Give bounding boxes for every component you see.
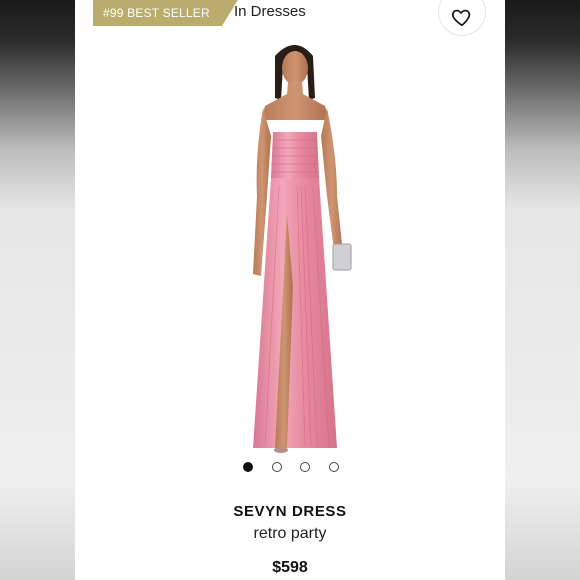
product-image[interactable] <box>225 36 365 472</box>
heart-icon <box>451 9 471 27</box>
gallery-dot[interactable] <box>300 462 311 472</box>
product-card[interactable]: #99 BEST SELLER In Dresses SEVYN DRESS r… <box>75 0 505 580</box>
category-link[interactable]: In Dresses <box>234 3 306 20</box>
best-seller-badge: #99 BEST SELLER <box>93 0 238 26</box>
gallery-dots <box>243 461 339 473</box>
product-price: $598 <box>272 559 308 576</box>
gallery-dot[interactable] <box>243 462 253 472</box>
product-brand[interactable]: retro party <box>75 525 505 543</box>
wishlist-button[interactable] <box>438 0 486 36</box>
gallery-dot[interactable] <box>271 462 282 472</box>
gallery-dot[interactable] <box>328 462 339 472</box>
product-name[interactable]: SEVYN DRESS <box>75 503 505 520</box>
